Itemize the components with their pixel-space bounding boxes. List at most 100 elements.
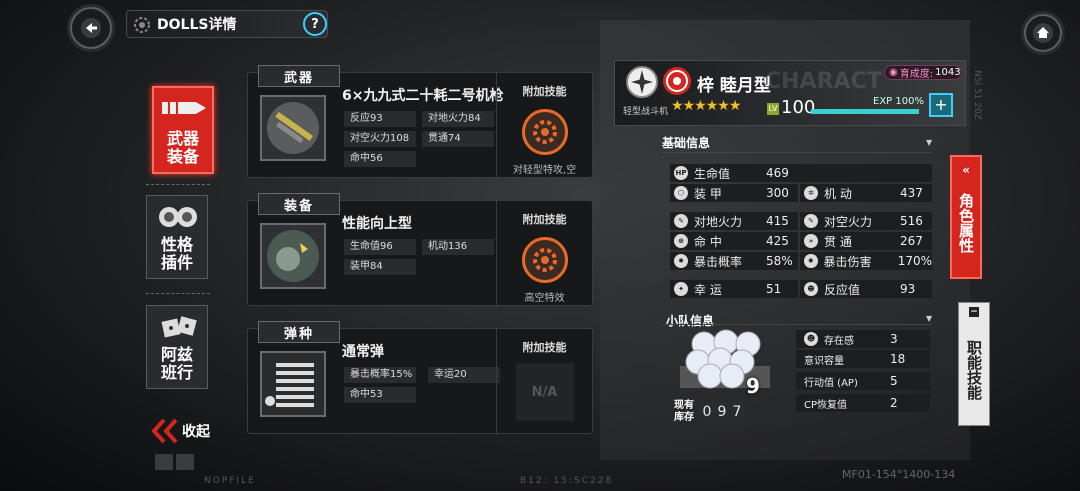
growth-value: 1043 xyxy=(935,67,961,78)
armor-icon: ⬡ xyxy=(674,186,688,200)
squad-row-consciousness: 意识容量 18 xyxy=(796,350,930,368)
bullet-icon xyxy=(162,102,206,114)
card-label: 装备 xyxy=(258,193,340,215)
stat-label: 暴击伤害 xyxy=(823,254,872,269)
stat-value: 58% xyxy=(766,254,793,268)
exp-bar-fill xyxy=(811,109,919,114)
page-title: DOLLS详情 xyxy=(157,17,237,33)
growth-icon: ◉ xyxy=(889,67,898,78)
stat-chip: 对空火力108 xyxy=(344,131,416,147)
fighter-class-icon xyxy=(626,66,658,98)
tab-label: 性格 xyxy=(160,235,193,254)
stat-row-luck: ✦ 幸 运 51 xyxy=(670,280,798,298)
stat-label: 装 甲 xyxy=(694,186,722,201)
stat-chip: 命中56 xyxy=(344,151,416,167)
engine-icon xyxy=(267,230,319,282)
character-name: 梓 睦月型 xyxy=(697,76,771,96)
squad-row-label: 行动值 (AP) xyxy=(804,377,858,389)
stat-value: 93 xyxy=(900,282,916,296)
tab-label: 武器 xyxy=(166,129,199,148)
tab-character-attributes[interactable]: « 角色属性 xyxy=(950,155,982,279)
stat-label: 对地火力 xyxy=(694,214,743,229)
character-class: 轻型战斗机 xyxy=(623,107,669,117)
squad-portrait[interactable] xyxy=(676,326,776,396)
dice-icon xyxy=(161,316,197,338)
tab-azi-banhang[interactable]: 阿兹 班行 xyxy=(146,305,208,389)
stat-label: 幸 运 xyxy=(694,282,722,297)
equipment-card[interactable]: 装备 性能向上型 生命值96 机动136 装甲84 附加技能 高空特效 xyxy=(247,193,593,307)
extra-skill-title: 附加技能 xyxy=(522,213,567,226)
stock-digit: 9 xyxy=(715,402,729,422)
extra-skill-panel[interactable]: 附加技能 高空特效 xyxy=(496,201,592,307)
chevron-left-icon: « xyxy=(962,163,970,177)
extra-skill-title: 附加技能 xyxy=(522,85,567,98)
exp-bar xyxy=(811,109,919,114)
tab-label: 阿兹 xyxy=(160,345,193,364)
squad-row-value: 18 xyxy=(890,352,906,366)
extra-skill-panel: 附加技能 N/A xyxy=(496,329,592,435)
help-button[interactable]: ? xyxy=(303,12,327,36)
weapon-name: 6×九九式二十耗二号机枪 xyxy=(342,88,504,104)
tab-label: 角色属性 xyxy=(957,193,975,253)
card-label: 武器 xyxy=(258,65,340,87)
stat-value: 469 xyxy=(766,166,789,180)
stat-value: 170% xyxy=(897,254,932,268)
tab-role-skills[interactable]: − 职能技能 xyxy=(958,302,990,426)
stat-value: 51 xyxy=(766,282,782,296)
screen: DOLLS详情 ? 武器 装备 性格 插件 阿兹 班行 收起 武器 6×九九式二… xyxy=(0,0,1080,491)
growth-label: 育成度: xyxy=(899,69,934,80)
divider xyxy=(146,293,210,294)
squad-row-value: 2 xyxy=(890,396,898,410)
stat-value: 267 xyxy=(900,234,923,248)
stat-label: 生命值 xyxy=(694,166,731,181)
weapon-image xyxy=(260,95,326,161)
minus-icon: − xyxy=(969,307,979,317)
crit-rate-icon: ✹ xyxy=(674,254,688,268)
card-label: 弹种 xyxy=(258,321,340,343)
page-title-bar: DOLLS详情 ? xyxy=(126,10,328,38)
empty-skill-label: N/A xyxy=(531,384,558,400)
stat-row-reaction: ☻ 反应值 93 xyxy=(800,280,932,298)
squad-row-label: 意识容量 xyxy=(804,355,844,367)
tab-weapon-equipment[interactable]: 武器 装备 xyxy=(152,86,214,174)
hp-icon: HP xyxy=(674,166,688,180)
stat-value: 437 xyxy=(900,186,923,200)
back-arrow-icon xyxy=(81,18,101,38)
presence-icon: ☻ xyxy=(804,332,818,346)
tab-label: 插件 xyxy=(160,253,193,272)
stat-chip: 装甲84 xyxy=(344,259,416,275)
stat-chip: 对地火力84 xyxy=(422,111,494,127)
divider xyxy=(146,184,210,185)
tab-personality-plugin[interactable]: 性格 插件 xyxy=(146,195,208,279)
collapse-label: 收起 xyxy=(182,424,210,440)
star-icon: ★ xyxy=(694,98,707,114)
home-button[interactable] xyxy=(1024,14,1062,52)
ammo-image xyxy=(260,351,326,417)
star-icon: ★ xyxy=(705,98,719,114)
squad-row-presence: ☻ 存在感 3 xyxy=(796,330,930,348)
extra-skill-panel[interactable]: 附加技能 对轻型特攻,空 xyxy=(496,73,592,179)
help-icon: ? xyxy=(311,16,319,32)
luck-icon: ✦ xyxy=(674,282,688,296)
stat-label: 暴击概率 xyxy=(694,254,743,269)
machine-gun-icon xyxy=(267,102,319,154)
stat-chip: 反应93 xyxy=(344,111,416,127)
back-button[interactable] xyxy=(70,7,112,49)
stat-row-ground-fire: ✎ 对地火力 415 xyxy=(670,212,798,230)
stat-value: 425 xyxy=(766,234,789,248)
section-caret-icon: ▼ xyxy=(926,138,933,147)
squad-row-ap: 行动值 (AP) 5 xyxy=(796,372,930,390)
stat-value: 516 xyxy=(900,214,923,228)
watermark: CHARACT xyxy=(765,69,882,94)
stat-chip: 幸运20 xyxy=(428,367,500,383)
stat-label: 反应值 xyxy=(824,282,861,297)
weapon-card[interactable]: 武器 6×九九式二十耗二号机枪 反应93 对地火力84 对空火力108 贯通74… xyxy=(247,65,593,179)
level-up-button[interactable]: + xyxy=(929,93,953,117)
mobility-icon: ✲ xyxy=(804,186,818,200)
squad-row-value: 5 xyxy=(890,374,898,388)
stock-digit: 7 xyxy=(730,402,744,422)
footer-code: NOPFILE xyxy=(204,476,256,486)
collapse-button[interactable]: 收起 xyxy=(150,418,210,444)
ammo-card[interactable]: 弹种 通常弹 暴击概率15% 幸运20 命中53 附加技能 N/A xyxy=(247,321,593,435)
skill-gear-icon xyxy=(521,109,568,155)
